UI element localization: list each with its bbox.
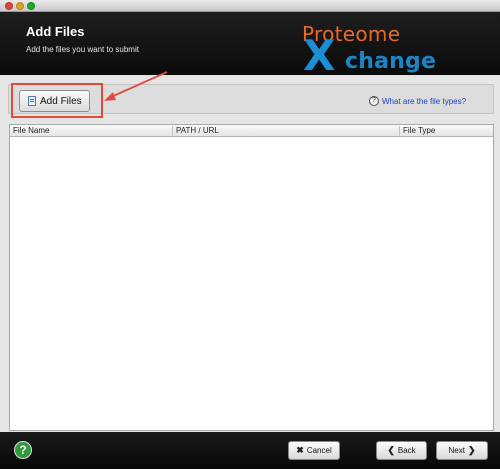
question-icon: ? xyxy=(369,96,379,106)
zoom-window-icon[interactable] xyxy=(27,2,35,10)
window-title-bar xyxy=(0,0,500,12)
file-types-help-label: What are the file types? xyxy=(382,96,467,106)
back-button[interactable]: ❮ Back xyxy=(376,441,427,460)
table-header: File Name PATH / URL File Type xyxy=(10,125,493,137)
help-icon[interactable]: ? xyxy=(14,441,32,459)
logo-rest-word: change xyxy=(345,49,437,74)
add-file-icon xyxy=(28,96,36,106)
next-label: Next xyxy=(448,446,465,455)
add-files-button[interactable]: Add Files xyxy=(19,90,90,112)
chevron-right-icon: ❯ xyxy=(467,445,476,455)
wizard-footer: ? ✖ Cancel ❮ Back Next ❯ xyxy=(0,432,500,469)
cancel-icon: ✖ xyxy=(296,445,304,455)
column-header-path-url[interactable]: PATH / URL xyxy=(173,126,400,136)
page-title: Add Files xyxy=(26,24,85,39)
files-table[interactable]: File Name PATH / URL File Type xyxy=(9,124,494,431)
next-button[interactable]: Next ❯ xyxy=(436,441,488,460)
proteomexchange-logo: Proteome X change xyxy=(300,20,500,80)
close-window-icon[interactable] xyxy=(5,2,13,10)
column-header-file-type[interactable]: File Type xyxy=(400,126,493,136)
page-subtitle: Add the files you want to submit xyxy=(26,45,139,54)
file-types-help-link[interactable]: ? What are the file types? xyxy=(369,96,466,106)
add-files-label: Add Files xyxy=(40,95,82,107)
column-header-file-name[interactable]: File Name xyxy=(10,126,173,136)
chevron-left-icon: ❮ xyxy=(387,445,395,455)
main-panel: Add Files ? What are the file types? Fil… xyxy=(0,75,500,432)
minimize-window-icon[interactable] xyxy=(16,2,24,10)
back-label: Back xyxy=(397,446,416,455)
cancel-button[interactable]: ✖ Cancel xyxy=(288,441,340,460)
cancel-label: Cancel xyxy=(306,446,332,455)
wizard-header: Add Files Add the files you want to subm… xyxy=(0,12,500,77)
logo-x-letter: X xyxy=(303,31,336,80)
annotation-arrow xyxy=(104,71,168,101)
